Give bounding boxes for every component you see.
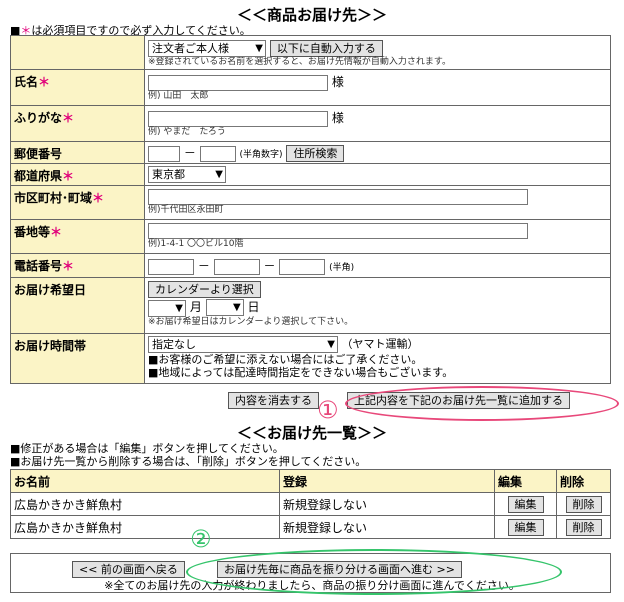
table-row: 広島かきかき鮮魚村 新規登録しない 編集 削除 — [10, 515, 611, 539]
month-select[interactable]: ▼ — [148, 300, 186, 317]
kana-suffix: 様 — [331, 111, 344, 125]
delivery-list: お名前 登録 編集 削除 広島かきかき鮮魚村 新規登録しない 編集 削除 広島か… — [10, 469, 611, 539]
tel-input-3[interactable] — [279, 258, 326, 275]
annotation-number-1: ① — [317, 396, 339, 424]
edit-button[interactable]: 編集 — [507, 495, 544, 513]
header-status: 登録 — [279, 469, 495, 493]
kana-input[interactable] — [148, 110, 328, 127]
city-input[interactable] — [148, 189, 528, 205]
tel-input-1[interactable] — [148, 258, 194, 275]
time-select[interactable]: 指定なし ▼ — [148, 336, 338, 353]
chevron-down-icon: ▼ — [215, 169, 223, 180]
addr-label: 番地等 — [14, 225, 51, 239]
tel-dash: － — [263, 259, 276, 273]
tel-hint: (半角) — [329, 263, 355, 273]
table-header-row: お名前 登録 編集 削除 — [10, 469, 611, 493]
tel-dash: － — [197, 259, 210, 273]
chevron-down-icon: ▼ — [175, 303, 183, 314]
row-status: 新規登録しない — [279, 515, 495, 539]
clear-button[interactable]: 内容を消去する — [228, 392, 319, 409]
annotation-number-2: ② — [190, 525, 212, 553]
addr-hint: 例)1-4-1 〇〇ビル10階 — [148, 239, 244, 249]
name-hint: 例) 山田 太郎 — [148, 90, 209, 101]
header-delete: 削除 — [556, 469, 611, 493]
chevron-down-icon: ▼ — [255, 43, 263, 54]
name-label: 氏名 — [14, 75, 39, 89]
address-input[interactable] — [148, 223, 528, 239]
required-mark: ＊ — [92, 191, 105, 205]
month-label: 月 — [189, 300, 202, 314]
kana-hint: 例) やまだ たろう — [148, 126, 226, 137]
edit-button[interactable]: 編集 — [507, 518, 544, 536]
chevron-down-icon: ▼ — [327, 339, 335, 350]
required-mark: ＊ — [62, 169, 75, 183]
date-note: ※お届け希望日はカレンダーより選択して下さい。 — [148, 317, 354, 327]
carrier-label: （ヤマト運輸） — [341, 337, 419, 351]
orderer-select[interactable]: 注文者ご本人様 ▼ — [148, 40, 266, 57]
table-row: 広島かきかき鮮魚村 新規登録しない 編集 削除 — [10, 492, 611, 516]
row-name: 広島かきかき鮮魚村 — [10, 515, 280, 539]
name-suffix: 様 — [331, 75, 344, 89]
header-edit: 編集 — [494, 469, 557, 493]
city-hint: 例)千代田区永田町 — [148, 205, 224, 215]
zip-hint: (半角数字) — [239, 150, 283, 160]
zip-input-2[interactable] — [199, 145, 236, 162]
delivery-form: 注文者ご本人様 ▼ 以下に自動入力する ※登録されているお名前を選択すると、お届け… — [10, 35, 611, 384]
day-label: 日 — [247, 300, 260, 314]
zip-input-1[interactable] — [148, 145, 180, 162]
day-select[interactable]: ▼ — [205, 299, 244, 316]
chevron-down-icon: ▼ — [232, 302, 241, 313]
city-label: 市区町村･町域 — [14, 191, 93, 205]
list-note-2: ■お届け先一覧から削除する場合は、「削除」ボタンを押してください。 — [10, 455, 367, 468]
autofill-note: ※登録されているお名前を選択すると、お届け先情報が自動入力されます。 — [148, 57, 452, 67]
required-mark: ＊ — [38, 75, 51, 89]
time-note-1: ■お客様のご希望に添えない場合にはご了承ください。 — [148, 353, 423, 366]
kana-label: ふりがな — [14, 111, 63, 125]
back-button[interactable]: << 前の画面へ戻る — [72, 561, 185, 578]
name-input[interactable] — [148, 74, 328, 91]
header-name: お名前 — [10, 469, 280, 493]
highlight-circle-green — [186, 549, 562, 595]
zip-dash: － — [183, 146, 196, 160]
required-mark: ＊ — [50, 225, 63, 239]
pref-label: 都道府県 — [14, 169, 63, 183]
tel-input-2[interactable] — [213, 258, 260, 275]
date-label: お届け希望日 — [14, 283, 87, 297]
time-note-2: ■地域によっては配達時間指定をできない場合もございます。 — [148, 366, 454, 379]
required-mark: ＊ — [62, 259, 75, 273]
autofill-button[interactable]: 以下に自動入力する — [269, 40, 383, 57]
highlight-circle-red — [345, 386, 619, 421]
row-name: 広島かきかき鮮魚村 — [10, 492, 280, 516]
prefecture-select[interactable]: 東京都 ▼ — [148, 166, 226, 183]
time-label: お届け時間帯 — [14, 339, 87, 353]
calendar-button[interactable]: カレンダーより選択 — [148, 281, 261, 298]
row-status: 新規登録しない — [279, 492, 495, 516]
delete-button[interactable]: 削除 — [565, 518, 602, 536]
address-search-button[interactable]: 住所検索 — [286, 145, 345, 162]
tel-label: 電話番号 — [14, 259, 63, 273]
zip-label: 郵便番号 — [14, 147, 63, 161]
delete-button[interactable]: 削除 — [565, 495, 602, 513]
required-mark: ＊ — [62, 111, 75, 125]
